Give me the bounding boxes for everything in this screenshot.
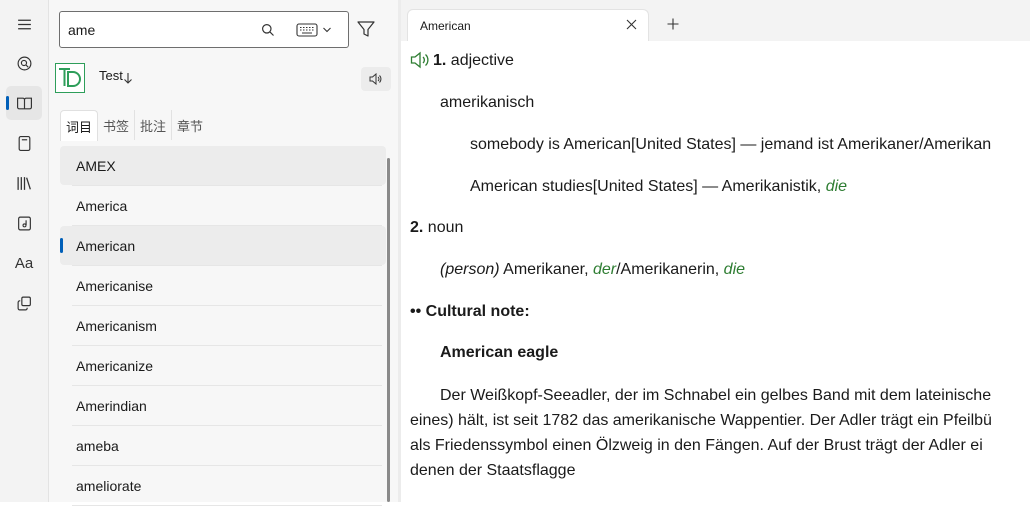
list-item[interactable]: ameba bbox=[60, 426, 386, 466]
translation-text: Amerikaner, bbox=[499, 261, 593, 278]
library-nav-button[interactable] bbox=[6, 166, 42, 200]
word-list: AMEX America American Americanise Americ… bbox=[60, 146, 386, 506]
font-nav-button[interactable]: Aa bbox=[6, 246, 42, 280]
search-dictionary-icon bbox=[17, 56, 31, 70]
example-text: American studies[United States] — Amerik… bbox=[470, 178, 826, 195]
sense-number: 1. bbox=[433, 52, 447, 69]
speaker-icon[interactable] bbox=[410, 51, 430, 69]
note-marker: •• bbox=[410, 303, 422, 320]
word-list-panel: Test 词目 书签 批注 章节 AMEX America American A… bbox=[49, 0, 398, 506]
note-paragraph-line: eines) hält, ist seit 1782 das amerikani… bbox=[410, 412, 992, 429]
dictionary-name[interactable]: Test bbox=[99, 68, 123, 83]
tab-annotations[interactable]: 批注 bbox=[135, 110, 173, 140]
sense-1: 1. adjective bbox=[433, 52, 514, 70]
list-scrollbar[interactable] bbox=[387, 158, 390, 502]
chevron-down-icon bbox=[323, 27, 331, 33]
pronounce-button[interactable] bbox=[361, 67, 391, 91]
usage-label: (person) bbox=[440, 261, 500, 278]
gender-article[interactable]: die bbox=[826, 178, 847, 195]
dictionary-nav-button[interactable] bbox=[6, 86, 42, 120]
search-input[interactable] bbox=[68, 20, 248, 40]
font-icon: Aa bbox=[14, 254, 34, 272]
keyboard-button[interactable] bbox=[296, 21, 340, 39]
lookup-nav-button[interactable] bbox=[6, 46, 42, 80]
navigation-rail: Aa bbox=[0, 0, 49, 502]
sort-down-icon[interactable] bbox=[123, 72, 133, 84]
list-item[interactable]: Amerindian bbox=[60, 386, 386, 426]
part-of-speech: noun bbox=[427, 219, 464, 236]
copy-nav-button[interactable] bbox=[6, 286, 42, 320]
list-tabs: 词目 书签 批注 章节 bbox=[60, 110, 208, 141]
example: somebody is American[United States] — je… bbox=[470, 136, 992, 153]
menu-icon bbox=[17, 19, 31, 29]
list-item[interactable]: Americanise bbox=[60, 266, 386, 306]
keyboard-icon bbox=[296, 23, 318, 37]
noun-translation: (person) Amerikaner, der/Amerikanerin, d… bbox=[440, 261, 745, 279]
translation-text: /Amerikanerin, bbox=[616, 261, 724, 278]
list-item-selected[interactable]: American bbox=[60, 226, 386, 266]
note-paragraph-line: denen der Staatsflagge bbox=[410, 462, 576, 479]
document-tab[interactable]: American bbox=[407, 9, 649, 41]
list-item[interactable]: AMEX bbox=[60, 146, 386, 186]
add-tab-icon[interactable] bbox=[667, 18, 679, 30]
entry-content: 1. adjective amerikanisch somebody is Am… bbox=[401, 41, 1030, 502]
note-paragraph-line: als Friedenssymbol einen Ölzweig in den … bbox=[410, 437, 983, 454]
sense-2: 2. noun bbox=[410, 219, 463, 237]
sense-number: 2. bbox=[410, 219, 424, 236]
tab-bookmarks[interactable]: 书签 bbox=[98, 110, 136, 140]
tab-chapters[interactable]: 章节 bbox=[172, 110, 208, 140]
gender-article[interactable]: der bbox=[593, 261, 616, 278]
speaker-icon bbox=[369, 73, 382, 85]
notebook-nav-button[interactable] bbox=[6, 126, 42, 160]
translation: amerikanisch bbox=[440, 94, 535, 111]
media-nav-button[interactable] bbox=[6, 206, 42, 240]
menu-button[interactable] bbox=[6, 7, 42, 41]
tab-entries[interactable]: 词目 bbox=[60, 110, 99, 141]
filter-icon[interactable] bbox=[355, 18, 377, 40]
copy-icon bbox=[17, 296, 31, 310]
library-icon bbox=[16, 176, 31, 190]
note-title: Cultural note: bbox=[425, 303, 530, 320]
search-icon[interactable] bbox=[261, 23, 275, 37]
list-item[interactable]: Americanize bbox=[60, 346, 386, 386]
note-paragraph-line: Der Weißkopf-Seeadler, der im Schnabel e… bbox=[440, 387, 992, 404]
book-open-icon bbox=[16, 97, 32, 109]
part-of-speech: adjective bbox=[450, 52, 514, 69]
example: American studies[United States] — Amerik… bbox=[470, 178, 847, 196]
close-icon[interactable] bbox=[626, 19, 637, 30]
music-book-icon bbox=[17, 216, 31, 230]
list-item[interactable]: ameliorate bbox=[60, 466, 386, 506]
notebook-icon bbox=[18, 135, 30, 151]
list-item[interactable]: Americanism bbox=[60, 306, 386, 346]
document-tabbar: American bbox=[401, 0, 1030, 42]
search-box bbox=[59, 11, 349, 48]
list-item[interactable]: America bbox=[60, 186, 386, 226]
note-heading: American eagle bbox=[440, 344, 559, 361]
gender-article[interactable]: die bbox=[724, 261, 745, 278]
dictionary-logo bbox=[55, 63, 85, 93]
document-tab-title: American bbox=[420, 19, 471, 33]
cultural-note-title: •• Cultural note: bbox=[410, 303, 530, 321]
